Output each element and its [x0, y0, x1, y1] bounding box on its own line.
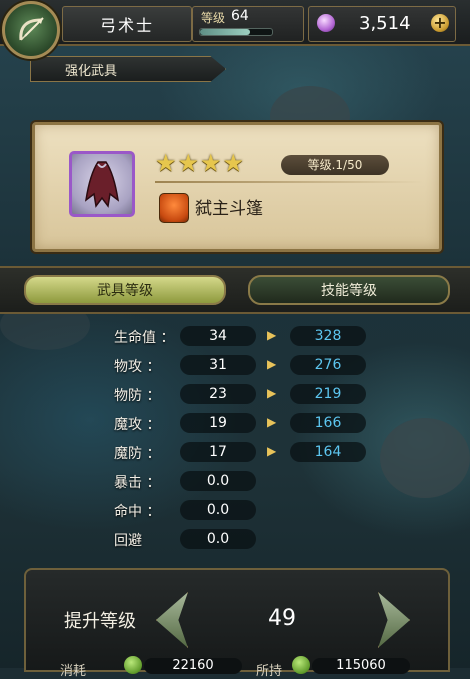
stat-row: 暴击 ： 0.0	[0, 470, 470, 492]
player-level: 等级 64	[192, 6, 304, 42]
upgrade-level-value: 49	[268, 606, 296, 631]
arrow-right-icon: ▶	[267, 328, 277, 342]
level-value: 64	[231, 8, 249, 24]
stat-next-value: 219	[290, 384, 366, 404]
arrow-right-icon: ▶	[267, 444, 277, 458]
cost-label: 消耗	[60, 664, 87, 679]
armor-type-icon	[159, 193, 189, 223]
arrow-right-icon: ▶	[267, 357, 277, 371]
increase-level-button[interactable]	[378, 592, 410, 648]
class-name: 弓术士	[62, 6, 192, 42]
upgrade-panel: 提升等级 49 消耗 22160 所持 115060	[24, 568, 450, 679]
stat-next-value: 166	[290, 413, 366, 433]
upgrade-level-label: 提升等级	[64, 611, 136, 632]
gold-coin-icon	[292, 656, 310, 674]
stat-current-value: 31	[180, 355, 256, 375]
stat-current-value: 34	[180, 326, 256, 346]
level-tabs: 武具等级 技能等级	[0, 266, 470, 314]
stat-next-value: 328	[290, 326, 366, 346]
exp-bar-fill	[200, 29, 251, 35]
star-rating: ★★★★	[155, 149, 246, 177]
item-card: ★★★★ 等级.1/50 弑主斗篷	[32, 122, 442, 252]
stat-label: 生命值 ：	[114, 330, 175, 346]
stat-current-value: 0.0	[180, 529, 256, 549]
stat-label: 物防 ：	[114, 388, 161, 404]
stat-label: 魔防 ：	[114, 446, 161, 462]
stat-current-value: 23	[180, 384, 256, 404]
gem-counter: 3,514 +	[308, 6, 456, 42]
stat-current-value: 0.0	[180, 500, 256, 520]
stat-current-value: 17	[180, 442, 256, 462]
bow-icon	[19, 17, 44, 41]
decrease-level-button[interactable]	[156, 592, 188, 648]
section-tab-enhance-gear: 强化武具	[30, 56, 226, 82]
top-bar: 弓术士 等级 64 3,514 +	[0, 0, 470, 46]
owned-label: 所持	[256, 664, 283, 679]
owned-value: 115060	[312, 658, 410, 674]
stat-current-value: 19	[180, 413, 256, 433]
stat-label: 暴击 ：	[114, 475, 161, 491]
stat-label: 回避	[114, 533, 142, 549]
stat-label: 命中 ：	[114, 504, 161, 520]
arrow-right-icon: ▶	[267, 415, 277, 429]
arrow-right-icon: ▶	[267, 386, 277, 400]
stat-label: 魔攻 ：	[114, 417, 161, 433]
stat-current-value: 0.0	[180, 471, 256, 491]
gold-coin-icon	[124, 656, 142, 674]
stat-row: 回避 0.0	[0, 528, 470, 550]
item-name: 弑主斗篷	[195, 199, 263, 219]
gem-icon	[317, 14, 335, 32]
card-divider	[155, 181, 423, 183]
cost-value: 22160	[144, 658, 242, 674]
stat-row: 魔防 ： 17 ▶ 164	[0, 441, 470, 463]
back-bow-icon-button[interactable]	[2, 1, 60, 59]
exp-bar	[199, 28, 273, 36]
stat-row: 物攻 ： 31 ▶ 276	[0, 354, 470, 376]
gem-value: 3,514	[359, 13, 411, 34]
stat-row: 生命值 ： 34 ▶ 328	[0, 325, 470, 347]
stat-row: 物防 ： 23 ▶ 219	[0, 383, 470, 405]
cloak-item-icon[interactable]	[69, 151, 135, 217]
tab-weapon-level[interactable]: 武具等级	[24, 275, 226, 305]
item-grade-badge: 等级.1/50	[281, 155, 389, 175]
stat-row: 魔攻 ： 19 ▶ 166	[0, 412, 470, 434]
stat-next-value: 276	[290, 355, 366, 375]
stat-row: 命中 ： 0.0	[0, 499, 470, 521]
stat-next-value: 164	[290, 442, 366, 462]
level-label: 等级	[201, 11, 226, 25]
stat-label: 物攻 ：	[114, 359, 161, 375]
cloak-icon	[84, 161, 120, 208]
tab-skill-level[interactable]: 技能等级	[248, 275, 450, 305]
add-gems-button[interactable]: +	[431, 14, 449, 32]
